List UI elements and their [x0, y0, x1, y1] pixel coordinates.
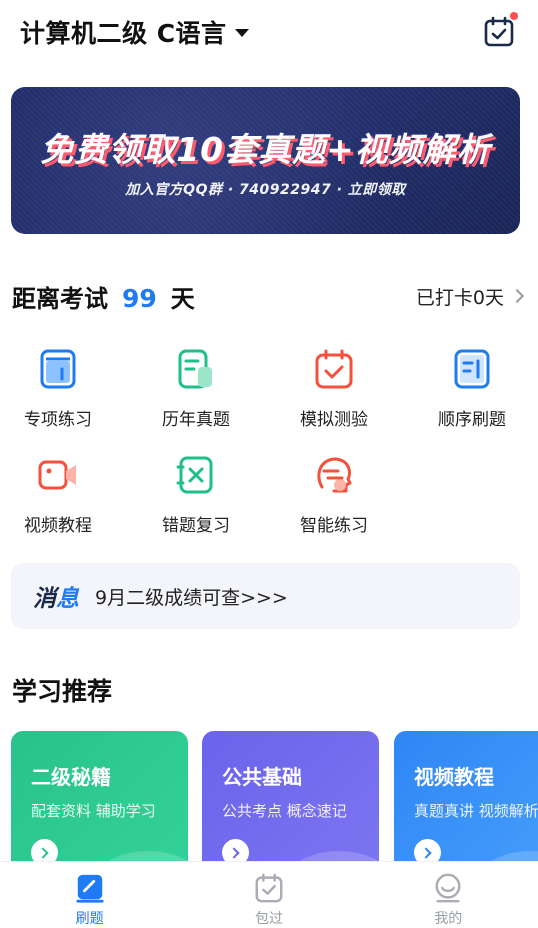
feature-tile-wrong-review[interactable]: 错题复习: [141, 449, 251, 549]
wrong-icon: [176, 456, 213, 494]
section-title-recommend: 学习推荐: [12, 677, 113, 706]
feature-label: 错题复习: [162, 516, 230, 536]
checkin-calendar-button[interactable]: [482, 12, 518, 49]
checkin-status-link[interactable]: 已打卡0天: [415, 283, 525, 310]
arrow-right-icon[interactable]: [414, 839, 441, 861]
calendar-check-icon: [255, 873, 283, 903]
tab-label: 我的: [434, 911, 463, 927]
notice-tag-part: 息: [56, 586, 79, 612]
subject-title: 计算机二级 C语言: [20, 19, 227, 48]
recommend-card[interactable]: 公共基础 公共考点 概念速记: [202, 731, 379, 861]
chevron-right-icon: [509, 288, 525, 304]
feature-tile-special-practice[interactable]: 专项练习: [3, 343, 113, 443]
feature-label: 专项练习: [24, 410, 92, 430]
tab-label: 刷题: [75, 911, 104, 927]
feature-tile-past-exams[interactable]: 历年真题: [141, 343, 251, 443]
countdown-suffix: 天: [170, 284, 195, 313]
calendar-check-icon: [484, 16, 514, 47]
card-title: 视频教程: [414, 765, 494, 789]
feature-tile-smart-practice[interactable]: 智能练习: [279, 449, 389, 549]
card-decoration: [279, 851, 379, 861]
recommend-cards: 二级秘籍 配套资料 辅助学习 公共基础 公共考点 概念速记 视频教程 真题真讲 …: [0, 731, 538, 861]
card-title: 二级秘籍: [31, 765, 111, 789]
book-icon: [40, 349, 76, 389]
feature-tile-mock-test[interactable]: 模拟测验: [279, 343, 389, 443]
notice-bar[interactable]: 消息 9月二级成绩可查>>>: [11, 563, 520, 629]
tab-practice[interactable]: 刷题: [0, 862, 179, 928]
subject-selector[interactable]: 计算机二级 C语言: [20, 14, 249, 50]
feature-label: 历年真题: [162, 410, 230, 430]
tab-pass[interactable]: 包过: [179, 862, 358, 928]
notice-tag-part: 消: [33, 586, 56, 612]
notification-dot: [510, 12, 518, 20]
countdown-row: 距离考试 99 天 已打卡0天: [12, 276, 525, 316]
header: 计算机二级 C语言: [0, 0, 538, 64]
banner-title: 免费领取10套真题+视频解析: [40, 129, 491, 169]
user-face-icon: [435, 873, 461, 903]
feature-label: 视频教程: [24, 516, 92, 536]
card-subtitle: 公共考点 概念速记: [222, 802, 347, 820]
countdown-prefix: 距离考试: [12, 284, 108, 313]
edit-book-icon: [76, 874, 104, 903]
arrow-right-icon[interactable]: [222, 839, 249, 861]
notice-text: 9月二级成绩可查>>>: [95, 586, 288, 609]
banner-subtitle: 加入官方QQ群 · 740922947 · 立即领取: [125, 181, 406, 198]
checkin-text: 已打卡0天: [415, 286, 504, 309]
promo-banner[interactable]: 免费领取10套真题+视频解析 加入官方QQ群 · 740922947 · 立即领…: [11, 87, 520, 234]
bottom-tab-bar: 刷题 包过 我的: [0, 861, 538, 928]
notice-tag: 消息: [33, 579, 79, 613]
feature-label: 模拟测验: [300, 410, 368, 430]
paper-icon: [178, 349, 212, 389]
video-icon: [38, 460, 76, 490]
recommend-card[interactable]: 视频教程 真题真讲 视频解析: [394, 731, 538, 861]
tab-label: 包过: [254, 911, 283, 927]
card-decoration: [88, 851, 188, 861]
card-subtitle: 配套资料 辅助学习: [31, 802, 156, 820]
card-decoration: [471, 851, 538, 861]
exam-countdown: 距离考试 99 天: [12, 279, 195, 314]
feature-tile-video-course[interactable]: 视频教程: [3, 449, 113, 549]
tab-profile[interactable]: 我的: [359, 862, 538, 928]
feature-tile-sequential-practice[interactable]: 顺序刷题: [417, 343, 527, 443]
chevron-down-icon: [234, 29, 249, 37]
ai-head-icon: [317, 457, 352, 493]
list-icon: [454, 349, 490, 389]
arrow-right-icon[interactable]: [31, 839, 58, 861]
recommend-card[interactable]: 二级秘籍 配套资料 辅助学习: [11, 731, 188, 861]
countdown-days: 99: [122, 283, 157, 313]
card-subtitle: 真题真讲 视频解析: [414, 802, 538, 820]
card-title: 公共基础: [222, 765, 302, 789]
feature-label: 智能练习: [300, 516, 368, 536]
calendar-check-icon: [315, 349, 353, 389]
feature-label: 顺序刷题: [438, 410, 506, 430]
